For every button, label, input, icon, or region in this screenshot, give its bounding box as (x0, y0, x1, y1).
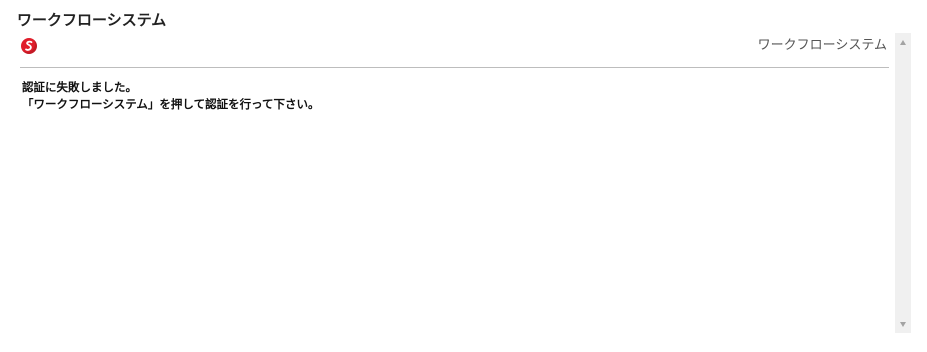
scroll-down-button[interactable] (895, 317, 911, 331)
scroll-up-button[interactable] (895, 35, 911, 49)
vertical-scrollbar[interactable] (895, 33, 911, 333)
scroll-down-arrow-icon (900, 321, 906, 327)
page-title: ワークフローシステム (17, 11, 167, 29)
message-line: 「ワークフローシステム」を押して認証を行って下さい。 (22, 97, 320, 111)
content-frame: ワークフローシステム 認証に失敗しました。 「ワークフローシステム」を押して認証… (17, 32, 911, 332)
scroll-up-arrow-icon (900, 39, 906, 45)
workflow-logo-icon (21, 38, 37, 54)
message-line: 認証に失敗しました。 (22, 80, 137, 94)
page: ワークフローシステム ワークフローシステム 認証に失敗しました。 「ワークフロー… (0, 0, 927, 352)
system-name-label: ワークフローシステム (757, 38, 887, 53)
header-divider (20, 67, 889, 68)
auth-error-message: 認証に失敗しました。 「ワークフローシステム」を押して認証を行って下さい。 (22, 79, 320, 113)
